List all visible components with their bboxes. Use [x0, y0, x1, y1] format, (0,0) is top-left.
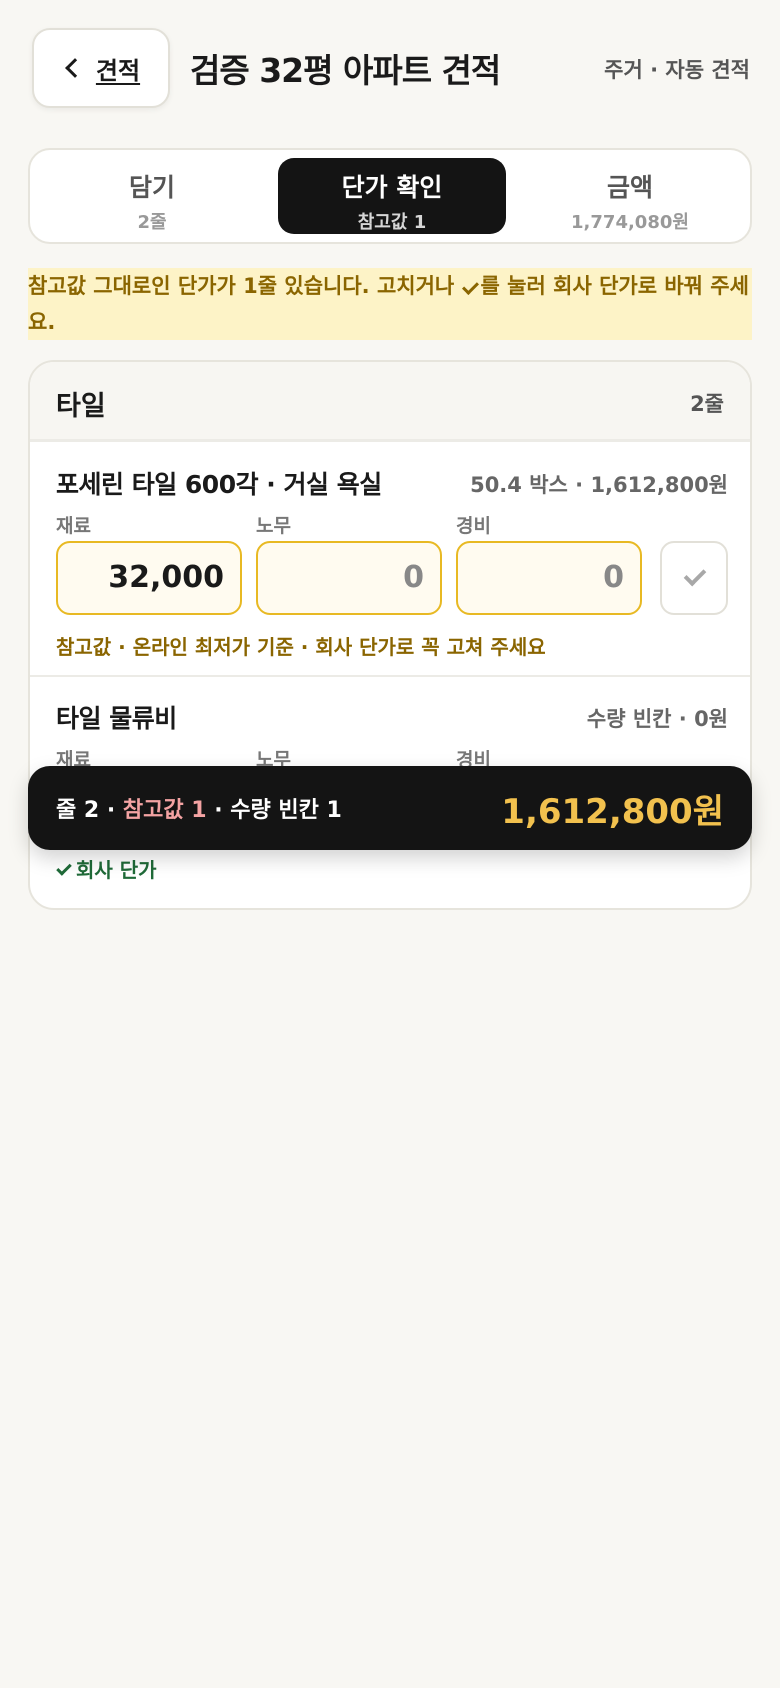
tab-label: 담기: [128, 173, 175, 202]
item-name: 타일 물류비: [56, 704, 177, 733]
back-button[interactable]: 견적: [32, 28, 170, 108]
reference-count: 참고값 1: [122, 798, 207, 823]
blank-qty-count: · 수량 빈칸 1: [206, 798, 342, 823]
section-count: 2줄: [690, 392, 724, 416]
reference-hint: 참고값 · 온라인 최저가 기준 · 회사 단가로 꼭 고쳐 주세요: [56, 635, 546, 659]
notice-text-before: 참고값 그대로인 단가가 1줄 있습니다. 고치거나: [28, 274, 455, 298]
chevron-left-icon: [65, 58, 85, 78]
tab-amount[interactable]: 금액 1,774,080원: [516, 158, 744, 234]
tab-unit-price[interactable]: 단가 확인 참고값 1: [278, 158, 506, 234]
labor-price-input[interactable]: 0: [256, 541, 442, 615]
check-icon: [56, 860, 72, 876]
item-summary: 수량 빈칸 · 0원: [586, 707, 728, 731]
labor-label: 노무: [256, 515, 291, 537]
line-count: 줄 2 ·: [56, 798, 123, 823]
check-icon: [461, 278, 479, 295]
section-header: 타일 2줄: [30, 362, 750, 442]
expense-price-input[interactable]: 0: [456, 541, 642, 615]
summary-bar[interactable]: 줄 2 · 참고값 1 · 수량 빈칸 1 1,612,800원: [28, 766, 752, 850]
step-tabs: 담기 2줄 단가 확인 참고값 1 금액 1,774,080원: [28, 148, 752, 244]
confirm-price-button[interactable]: [660, 541, 728, 615]
tab-label: 단가 확인: [341, 173, 443, 202]
tab-cart[interactable]: 담기 2줄: [38, 158, 266, 234]
tab-sub: 1,774,080원: [571, 212, 689, 233]
expense-label: 경비: [456, 515, 491, 537]
material-label: 재료: [56, 515, 91, 537]
tab-sub: 2줄: [137, 212, 167, 233]
check-icon: [683, 563, 707, 587]
material-price-input[interactable]: 32,000: [56, 541, 242, 615]
total-amount: 1,612,800원: [501, 792, 724, 832]
back-button-label: 견적: [95, 56, 141, 85]
item-summary: 50.4 박스 · 1,612,800원: [470, 473, 728, 497]
item-name: 포세린 타일 600각 · 거실 욕실: [56, 470, 382, 499]
header: 견적 검증 32평 아파트 견적 주거 · 자동 견적: [32, 28, 750, 108]
page-title: 검증 32평 아파트 견적: [190, 51, 501, 90]
tab-label: 금액: [606, 173, 653, 202]
tab-sub: 참고값 1: [357, 212, 427, 233]
company-price-status: 회사 단가: [56, 854, 157, 883]
company-price-label: 회사 단가: [76, 858, 157, 882]
line-item: 포세린 타일 600각 · 거실 욕실 50.4 박스 · 1,612,800원…: [30, 445, 750, 677]
reference-price-notice: 참고값 그대로인 단가가 1줄 있습니다. 고치거나 를 눌러 회사 단가로 바…: [28, 268, 752, 340]
page-subtitle: 주거 · 자동 견적: [604, 58, 750, 82]
summary-stats: 줄 2 · 참고값 1 · 수량 빈칸 1: [56, 792, 342, 824]
section-name: 타일: [56, 391, 106, 422]
